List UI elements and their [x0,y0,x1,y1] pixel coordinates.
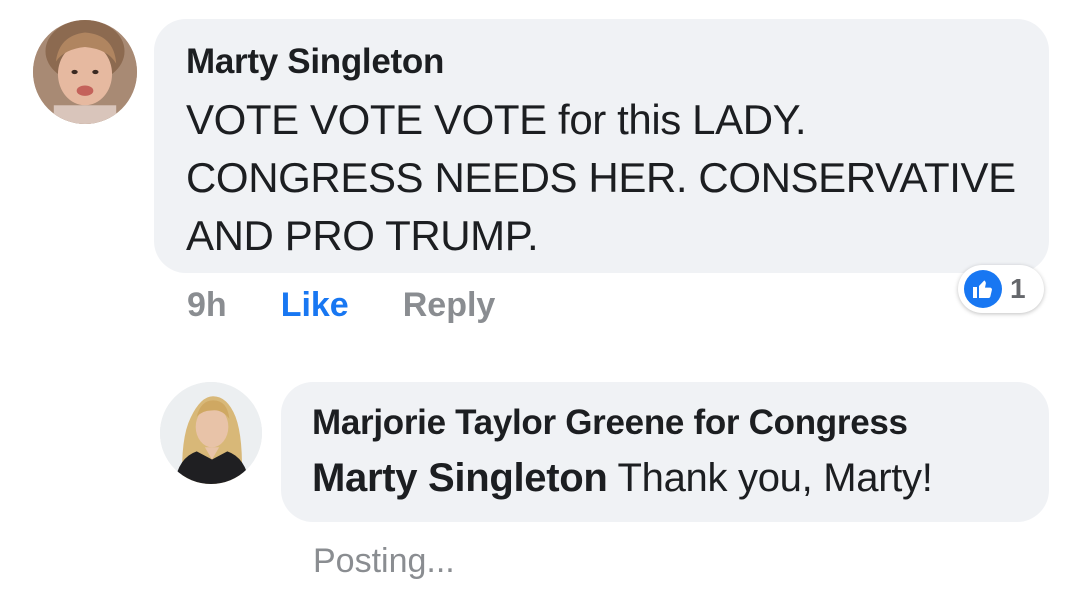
reaction-summary[interactable]: 1 [958,265,1044,313]
comment-bubble: Marty Singleton VOTE VOTE VOTE for this … [154,19,1049,273]
commenter-avatar[interactable] [33,20,137,124]
comment-text: VOTE VOTE VOTE for this LADY. CONGRESS N… [186,96,1016,259]
child-photo-icon [33,20,137,124]
reply-button[interactable]: Reply [403,286,496,325]
comment-author[interactable]: Marty Singleton [186,41,1017,83]
comment-thread: Marty Singleton VOTE VOTE VOTE for this … [0,0,1080,608]
posting-status: Posting... [313,542,455,580]
reply-author[interactable]: Marjorie Taylor Greene for Congress [312,402,1019,444]
thumbs-up-icon [964,270,1002,308]
reply-mention[interactable]: Marty Singleton [312,456,608,500]
reply-text: Thank you, Marty! [617,456,933,500]
like-button[interactable]: Like [281,286,349,325]
reply-text-line: Marty Singleton Thank you, Marty! [312,452,1019,504]
comment-timestamp[interactable]: 9h [187,286,227,325]
reply-avatar[interactable] [160,382,262,484]
comment-actions: 9h Like Reply [187,283,495,327]
woman-photo-icon [160,382,262,484]
reaction-count: 1 [1010,273,1026,304]
reply-bubble: Marjorie Taylor Greene for Congress Mart… [281,382,1049,522]
